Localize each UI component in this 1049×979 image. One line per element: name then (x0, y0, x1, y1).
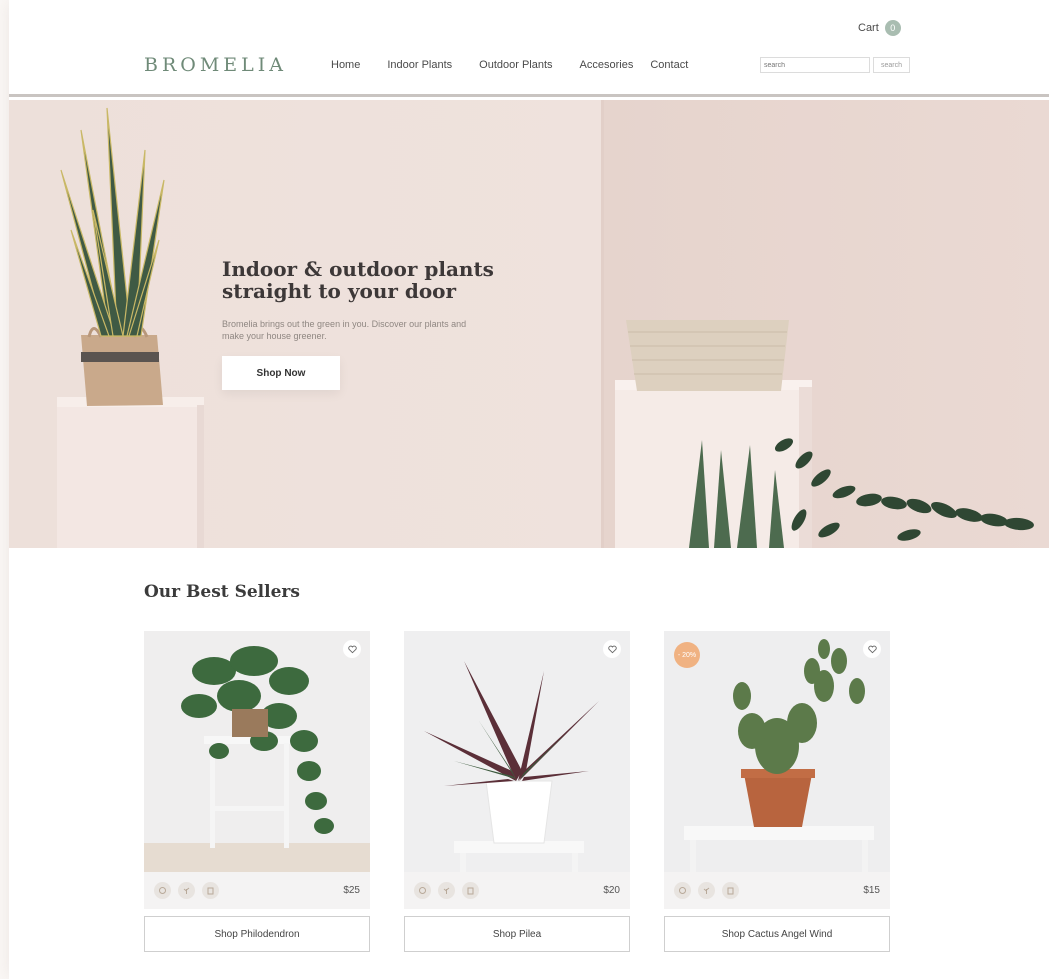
plant-icon (698, 882, 715, 899)
shop-pilea-button[interactable]: Shop Pilea (404, 916, 630, 952)
product-card-cactus: - 20% $15 Shop Cactus Angel Wind (664, 631, 890, 952)
philodendron-illustration (144, 631, 370, 872)
nav-accesories[interactable]: Accesories (580, 59, 634, 71)
product-info-bar: $20 (404, 872, 630, 909)
pot-icon (202, 882, 219, 899)
product-price: $25 (343, 885, 360, 896)
plant-icon (438, 882, 455, 899)
sun-icon (154, 882, 171, 899)
favorite-heart-icon[interactable] (863, 640, 881, 658)
sale-badge: - 20% (674, 642, 700, 668)
cart-count-badge: 0 (884, 20, 901, 36)
favorite-heart-icon[interactable] (603, 640, 621, 658)
page: BROMELIA Home Indoor Plants Outdoor Plan… (9, 0, 1049, 979)
nav-contact[interactable]: Contact (650, 59, 688, 71)
hero-title: Indoor & outdoor plants straight to your… (222, 257, 494, 303)
product-card-philodendron: $25 Shop Philodendron (144, 631, 370, 952)
shop-cactus-angel-wind-button[interactable]: Shop Cactus Angel Wind (664, 916, 890, 952)
nav-outdoor-plants[interactable]: Outdoor Plants (479, 59, 552, 71)
product-image[interactable] (144, 631, 370, 872)
nav-indoor-plants[interactable]: Indoor Plants (387, 59, 452, 71)
pilea-illustration (404, 631, 630, 872)
sun-icon (674, 882, 691, 899)
pot-icon (462, 882, 479, 899)
hero-subtitle: Bromelia brings out the green in you. Di… (222, 319, 467, 341)
best-sellers-title: Our Best Sellers (144, 582, 300, 602)
product-info-bar: $15 (664, 872, 890, 909)
shop-philodendron-button[interactable]: Shop Philodendron (144, 916, 370, 952)
hero-banner: Indoor & outdoor plants straight to your… (9, 100, 1049, 548)
brand-logo[interactable]: BROMELIA (144, 54, 287, 76)
product-image[interactable] (404, 631, 630, 872)
sun-icon (414, 882, 431, 899)
hero-scene-illustration (57, 100, 1034, 548)
plant-icon (178, 882, 195, 899)
nav-home[interactable]: Home (331, 59, 360, 71)
shop-now-button[interactable]: Shop Now (222, 356, 340, 390)
search-form: search (760, 57, 910, 73)
site-header: BROMELIA Home Indoor Plants Outdoor Plan… (9, 0, 1049, 97)
search-input[interactable] (760, 57, 870, 73)
product-image[interactable]: - 20% (664, 631, 890, 872)
main-nav: Home Indoor Plants Outdoor Plants Acceso… (331, 59, 715, 71)
product-price: $20 (603, 885, 620, 896)
cart-link[interactable]: Cart 0 (858, 20, 901, 36)
product-price: $15 (863, 885, 880, 896)
search-button[interactable]: search (873, 57, 910, 73)
favorite-heart-icon[interactable] (343, 640, 361, 658)
product-info-bar: $25 (144, 872, 370, 909)
product-card-pilea: $20 Shop Pilea (404, 631, 630, 952)
cart-label: Cart (858, 22, 879, 34)
pot-icon (722, 882, 739, 899)
cactus-illustration (664, 631, 890, 872)
